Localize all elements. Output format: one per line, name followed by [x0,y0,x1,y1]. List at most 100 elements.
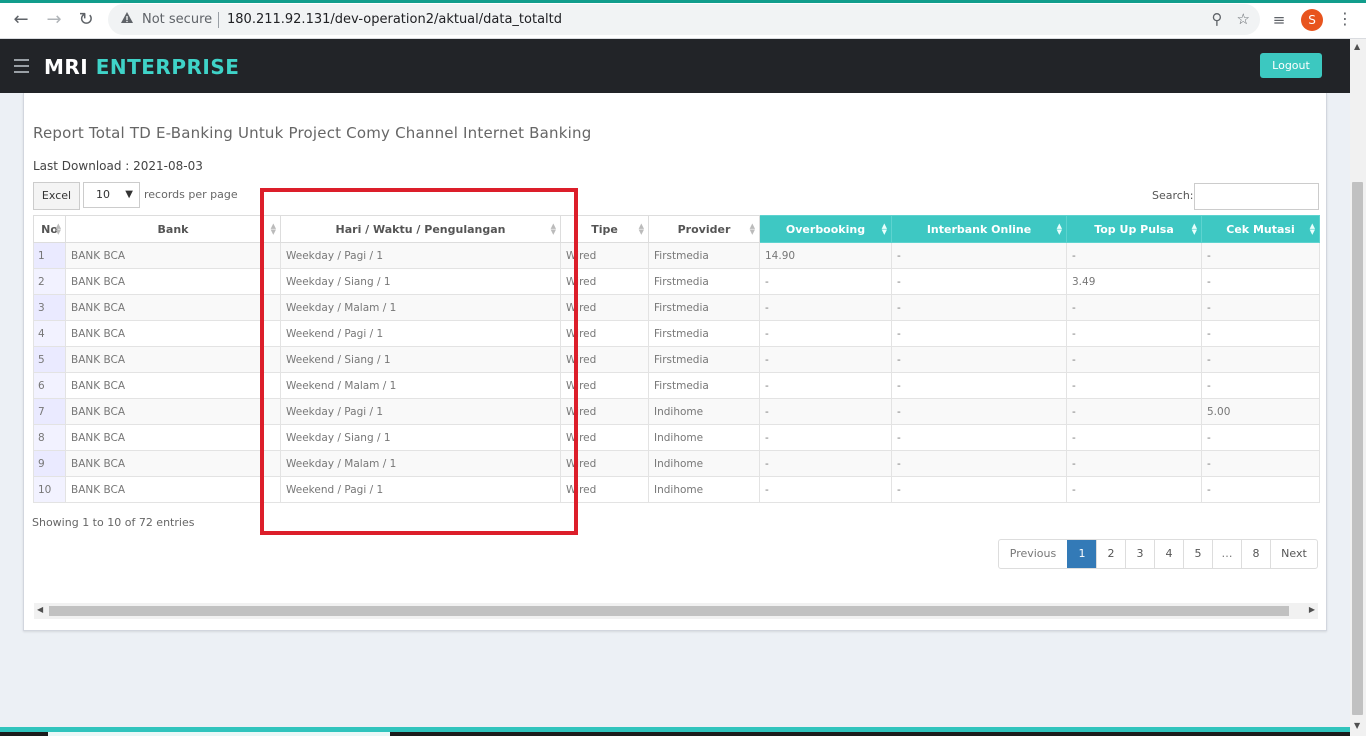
report-table: No ▲ ▼ Bank ▲ ▼ Hari / Waktu / Pengulangan ▲ ▼ Ti… [33,215,1320,503]
page-button[interactable]: 2 [1096,540,1125,568]
scroll-down-arrow-icon[interactable]: ▼ [1354,721,1360,730]
page-button[interactable]: 3 [1125,540,1154,568]
page-button[interactable]: 5 [1183,540,1212,568]
zoom-icon[interactable]: ⚲ [1212,10,1223,28]
table-cell: - [1066,320,1202,347]
profile-avatar[interactable]: S [1301,9,1323,31]
column-header[interactable]: No ▲ ▼ [33,215,66,243]
reload-icon[interactable]: ↻ [75,9,97,31]
page-length-label: records per page [144,188,238,201]
table-cell: BANK BCA [65,398,281,425]
table-cell: Firstmedia [648,242,760,269]
column-header[interactable]: Provider ▲ ▼ [648,215,760,243]
table-cell: BANK BCA [65,424,281,451]
table-cell: 5.00 [1201,398,1320,425]
table-cell: Weekday / Malam / 1 [280,294,561,321]
column-header[interactable]: Overbooking ▲ ▼ [759,215,892,243]
sort-icon[interactable]: ▲ ▼ [1310,223,1315,236]
browser-menu-icon[interactable]: ⋮ [1337,9,1353,28]
back-icon[interactable]: ← [10,9,32,31]
table-cell: Wired [560,346,649,373]
sort-icon[interactable]: ▲ ▼ [56,223,61,236]
hamburger-menu-icon[interactable] [14,59,29,73]
page-button[interactable]: 1 [1067,540,1096,568]
next-page-button[interactable]: Next [1270,540,1317,568]
table-cell: 6 [33,372,66,399]
search-input[interactable] [1194,183,1319,210]
horizontal-scroll-thumb[interactable] [49,606,1289,616]
brand-part2: ENTERPRISE [95,55,240,79]
vertical-scroll-thumb[interactable] [1352,182,1363,715]
table-body: 1 BANK BCA Weekday / Pagi / 1 Wired Firstmed… [33,242,1320,503]
scroll-left-arrow-icon[interactable]: ◀ [37,605,43,614]
scroll-right-arrow-icon[interactable]: ▶ [1309,605,1315,614]
page-button[interactable]: 8 [1241,540,1270,568]
table-cell: Wired [560,242,649,269]
horizontal-scrollbar[interactable]: ◀ ▶ [34,603,1318,619]
sort-icon[interactable]: ▲ ▼ [1057,223,1062,236]
bookmark-star-icon[interactable]: ☆ [1237,10,1250,28]
address-bar[interactable]: Not secure 180.211.92.131/dev-operation2… [108,4,1260,35]
reading-list-icon[interactable]: ≡ [1268,9,1290,31]
table-cell: Wired [560,320,649,347]
table-cell: - [1201,372,1320,399]
vertical-scrollbar[interactable]: ▲ ▼ [1350,39,1366,736]
table-cell: Indihome [648,424,760,451]
scroll-up-arrow-icon[interactable]: ▲ [1354,42,1360,51]
page-button[interactable]: 4 [1154,540,1183,568]
column-header[interactable]: Interbank Online ▲ ▼ [891,215,1067,243]
column-header[interactable]: Top Up Pulsa ▲ ▼ [1066,215,1202,243]
sort-icon[interactable]: ▲ ▼ [551,223,556,236]
report-title: Report Total TD E-Banking Untuk Project … [33,124,592,142]
table-cell: 7 [33,398,66,425]
sort-icon[interactable]: ▲ ▼ [1192,223,1197,236]
table-cell: Wired [560,294,649,321]
page-length-select[interactable]: 10 ▼ [83,182,140,208]
sort-icon[interactable]: ▲ ▼ [639,223,644,236]
logout-button[interactable]: Logout [1260,53,1322,78]
table-cell: BANK BCA [65,242,281,269]
table-cell: Wired [560,424,649,451]
column-header[interactable]: Hari / Waktu / Pengulangan ▲ ▼ [280,215,561,243]
table-cell: 5 [33,346,66,373]
sort-icon[interactable]: ▲ ▼ [882,223,887,236]
table-cell: - [759,398,892,425]
url-text[interactable]: 180.211.92.131/dev-operation2/aktual/dat… [227,12,562,27]
table-cell: - [891,398,1067,425]
page-button[interactable]: … [1212,540,1241,568]
table-cell: Wired [560,268,649,295]
brand-logo: MRI ENTERPRISE [44,55,239,79]
table-row: 4 BANK BCA Weekend / Pagi / 1 Wired Firstmed… [33,320,1320,347]
table-info: Showing 1 to 10 of 72 entries [32,516,195,529]
table-cell: - [891,242,1067,269]
column-header[interactable]: Bank ▲ ▼ [65,215,281,243]
table-cell: - [1066,294,1202,321]
table-row: 7 BANK BCA Weekday / Pagi / 1 Wired Indihome… [33,398,1320,425]
table-cell: 2 [33,268,66,295]
sort-icon[interactable]: ▲ ▼ [750,223,755,236]
footer-segment-right [390,732,1350,736]
table-cell: - [1066,476,1202,503]
sort-icon[interactable]: ▲ ▼ [271,223,276,236]
footer-bar [0,727,1350,736]
table-cell: BANK BCA [65,346,281,373]
browser-toolbar: ← → ↻ Not secure 180.211.92.131/dev-oper… [0,0,1366,39]
table-cell: Wired [560,398,649,425]
table-cell: Weekday / Pagi / 1 [280,242,561,269]
forward-icon[interactable]: → [43,9,65,31]
table-cell: 9 [33,450,66,477]
table-cell: Indihome [648,398,760,425]
table-cell: Weekend / Siang / 1 [280,346,561,373]
previous-page-button[interactable]: Previous [999,540,1067,568]
excel-export-button[interactable]: Excel [33,182,80,210]
table-cell: BANK BCA [65,294,281,321]
chevron-down-icon: ▼ [125,189,133,200]
table-cell: BANK BCA [65,268,281,295]
table-cell: 8 [33,424,66,451]
table-cell: Firstmedia [648,372,760,399]
table-header-row: No ▲ ▼ Bank ▲ ▼ Hari / Waktu / Pengulangan ▲ ▼ Ti… [33,215,1320,243]
table-cell: - [891,320,1067,347]
table-cell: 10 [33,476,66,503]
column-header[interactable]: Cek Mutasi ▲ ▼ [1201,215,1320,243]
column-header[interactable]: Tipe ▲ ▼ [560,215,649,243]
